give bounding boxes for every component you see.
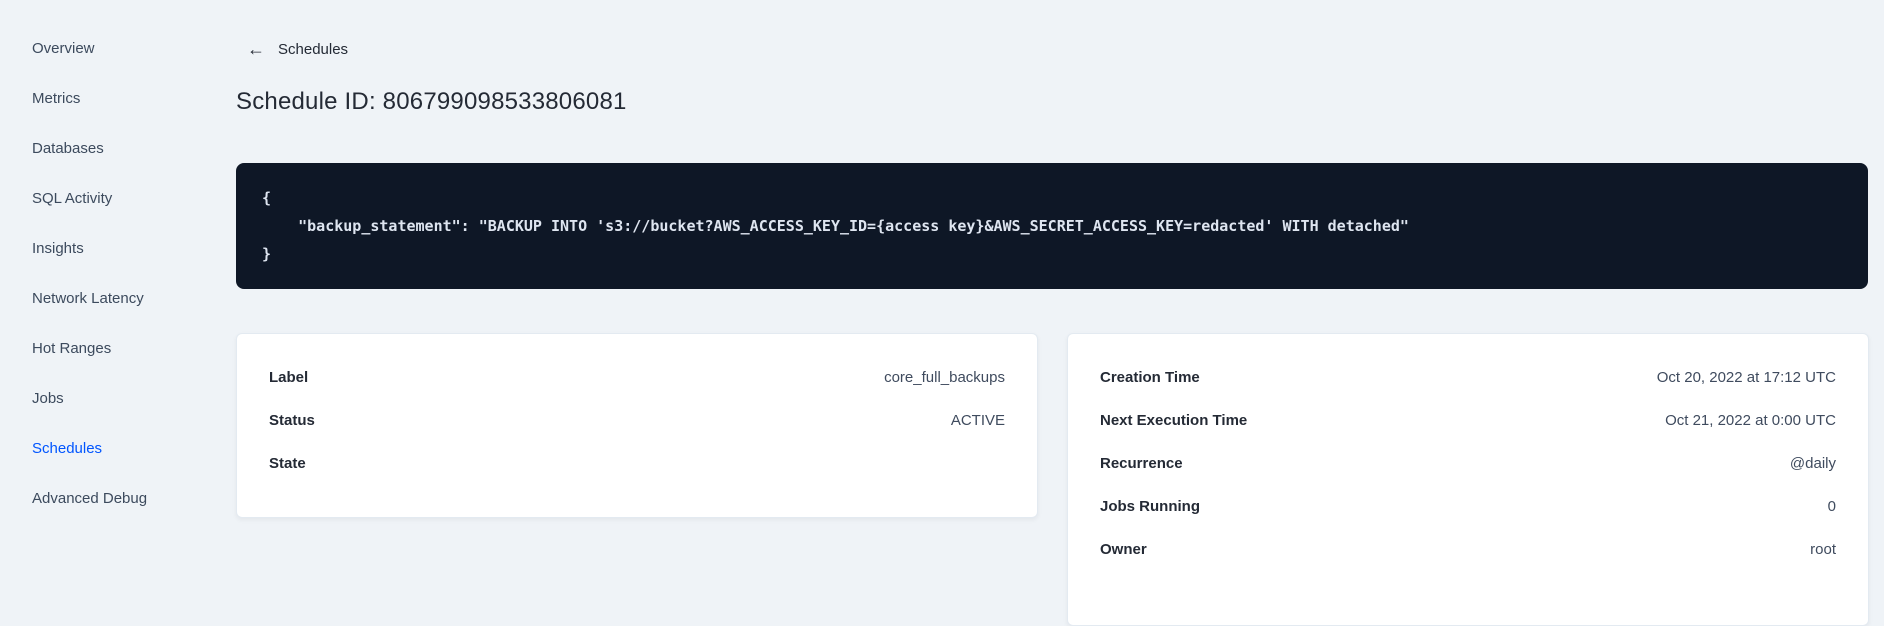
back-arrow-icon: ← xyxy=(247,39,265,59)
sidebar-item-advanced-debug[interactable]: Advanced Debug xyxy=(0,473,180,523)
page-title: Schedule ID: 806799098533806081 xyxy=(236,88,627,115)
state-key: State xyxy=(269,455,306,472)
detail-row-state: State xyxy=(269,442,1005,485)
owner-value: root xyxy=(1810,541,1836,558)
back-to-schedules-link[interactable]: ← Schedules xyxy=(247,40,348,58)
label-value: core_full_backups xyxy=(884,369,1005,386)
creation-time-value: Oct 20, 2022 at 17:12 UTC xyxy=(1656,369,1836,386)
schedule-summary-card: Label core_full_backups Status ACTIVE St… xyxy=(236,333,1038,518)
main-content: ← Schedules Schedule ID: 806799098533806… xyxy=(180,0,1884,626)
detail-row-recurrence: Recurrence @daily xyxy=(1100,442,1836,485)
detail-row-status: Status ACTIVE xyxy=(269,399,1005,442)
jobs-running-value: 0 xyxy=(1827,498,1836,515)
detail-row-label: Label core_full_backups xyxy=(269,356,1005,399)
recurrence-value: @daily xyxy=(1789,455,1836,472)
status-value: ACTIVE xyxy=(950,412,1005,429)
creation-time-key: Creation Time xyxy=(1100,369,1200,386)
recurrence-key: Recurrence xyxy=(1100,455,1183,472)
next-execution-time-value: Oct 21, 2022 at 0:00 UTC xyxy=(1665,412,1836,429)
backup-statement-code-block: { "backup_statement": "BACKUP INTO 's3:/… xyxy=(236,163,1868,289)
jobs-running-key: Jobs Running xyxy=(1100,498,1200,515)
sidebar-item-sql-activity[interactable]: SQL Activity xyxy=(0,173,180,223)
detail-cards: Label core_full_backups Status ACTIVE St… xyxy=(236,333,1869,626)
sidebar-item-hot-ranges[interactable]: Hot Ranges xyxy=(0,323,180,373)
schedule-timing-card: Creation Time Oct 20, 2022 at 17:12 UTC … xyxy=(1067,333,1869,626)
detail-row-jobs-running: Jobs Running 0 xyxy=(1100,485,1836,528)
next-execution-time-key: Next Execution Time xyxy=(1100,412,1248,429)
sidebar-item-metrics[interactable]: Metrics xyxy=(0,73,180,123)
sidebar-item-insights[interactable]: Insights xyxy=(0,223,180,273)
owner-key: Owner xyxy=(1100,541,1147,558)
detail-row-owner: Owner root xyxy=(1100,528,1836,571)
label-key: Label xyxy=(269,369,309,386)
sidebar-item-network-latency[interactable]: Network Latency xyxy=(0,273,180,323)
sidebar-item-jobs[interactable]: Jobs xyxy=(0,373,180,423)
detail-row-creation-time: Creation Time Oct 20, 2022 at 17:12 UTC xyxy=(1100,356,1836,399)
sidebar-item-databases[interactable]: Databases xyxy=(0,123,180,173)
code-line: "backup_statement": "BACKUP INTO 's3://b… xyxy=(262,217,1409,235)
sidebar-item-overview[interactable]: Overview xyxy=(0,23,180,73)
sidebar-nav: Overview Metrics Databases SQL Activity … xyxy=(0,0,180,613)
back-link-label: Schedules xyxy=(278,40,349,58)
sidebar-item-schedules[interactable]: Schedules xyxy=(0,423,180,473)
code-line: { xyxy=(262,189,272,207)
code-line: } xyxy=(262,245,272,263)
detail-row-next-execution-time: Next Execution Time Oct 21, 2022 at 0:00… xyxy=(1100,399,1836,442)
status-key: Status xyxy=(269,412,315,429)
app-window: Overview Metrics Databases SQL Activity … xyxy=(0,0,1884,626)
